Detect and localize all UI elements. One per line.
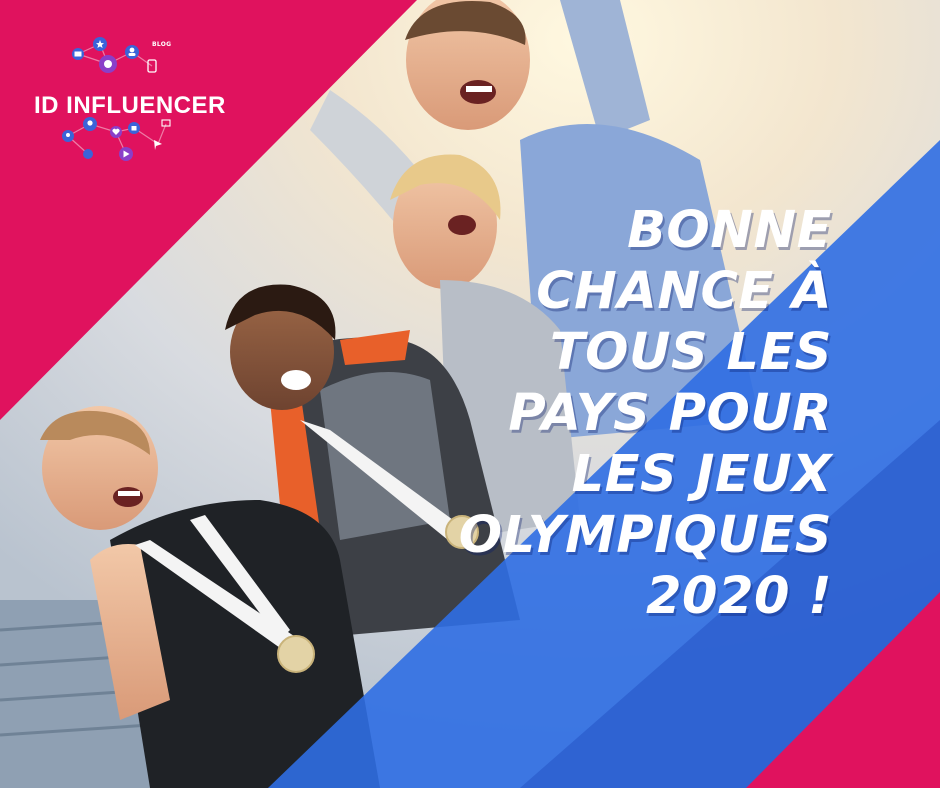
heart-icon [110,126,122,138]
brand-logo[interactable]: BLOG ID INFLUENCER [28,36,238,172]
headline-line: 2020 ! [646,567,832,626]
blog-label: BLOG [152,41,172,48]
play-icon [119,147,133,161]
paper-plane-icon [154,140,162,150]
envelope-icon [72,48,84,60]
headline-line: LES JEUX [571,445,832,504]
headline-line: PAYS POUR [508,384,832,443]
star-icon [93,37,107,51]
user-icon [125,45,139,59]
thumbs-up-icon [128,122,140,134]
headline-line: BONNE [627,201,832,260]
brand-name: ID INFLUENCER [34,92,226,119]
headline-line: CHANCE À [536,262,832,321]
headline-line: TOUS LES [549,323,832,382]
headline: BONNE CHANCE À TOUS LES PAYS POUR LES JE… [432,200,832,627]
cart-icon [83,149,93,159]
social-post-canvas: BLOG ID INFLUENCER BONNE CHANCE À TOUS L… [0,0,940,788]
user-small-icon [62,130,74,142]
headline-line: OLYMPIQUES [458,506,832,565]
target-icon [99,55,117,73]
